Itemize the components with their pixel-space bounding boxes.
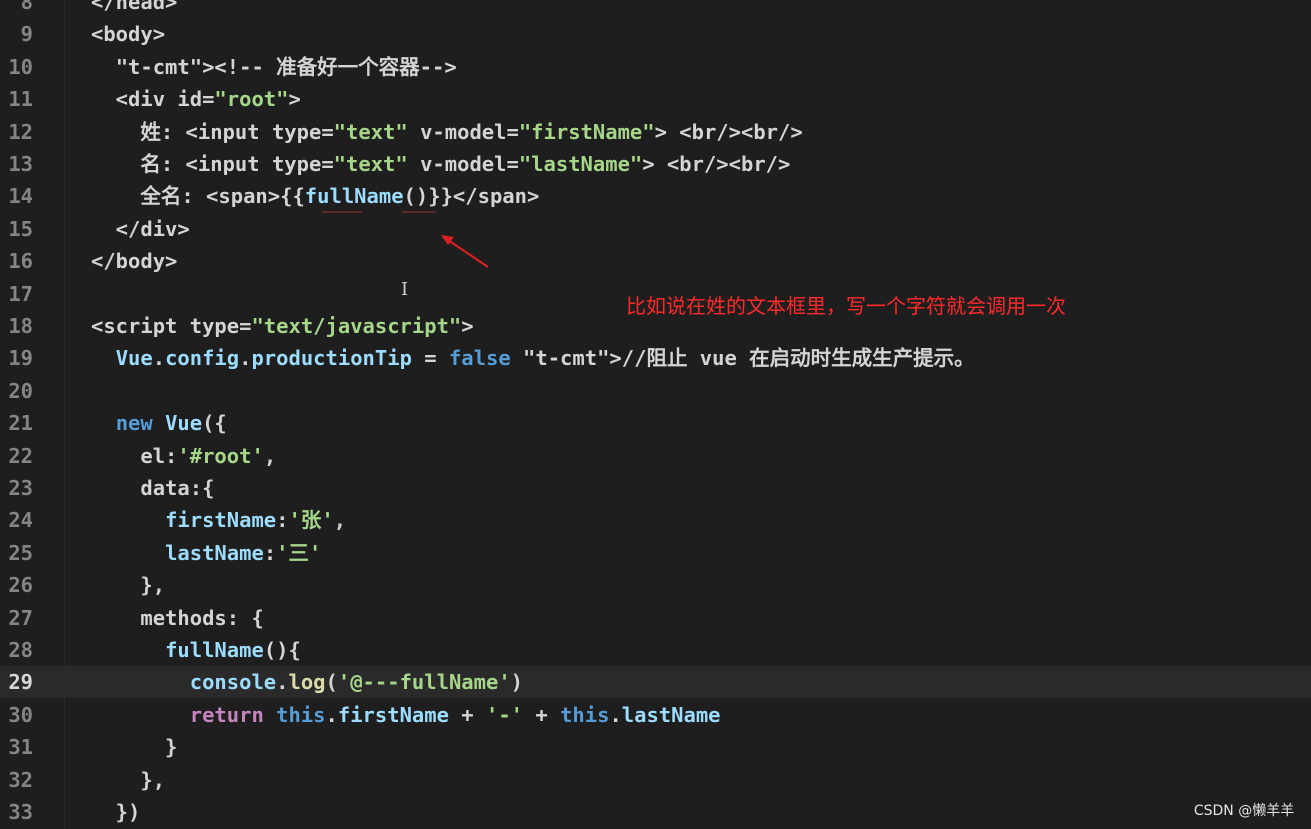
code-line[interactable]: 32 }, xyxy=(0,764,1311,796)
code-text[interactable]: </body> xyxy=(91,245,177,277)
code-line[interactable]: 14 全名: <span>{{fullName()}}</span> xyxy=(0,180,1311,212)
line-number: 14 xyxy=(8,184,33,209)
line-number: 25 xyxy=(8,540,33,565)
code-line[interactable]: 12 姓: <input type="text" v-model="firstN… xyxy=(0,116,1311,148)
code-line[interactable]: 24 firstName:'张', xyxy=(0,504,1311,536)
line-number: 30 xyxy=(8,702,33,727)
line-number: 9 xyxy=(20,22,33,47)
code-line[interactable]: 10 "t-cmt"><!-- 准备好一个容器--> xyxy=(0,51,1311,83)
code-line[interactable]: 22 el:'#root', xyxy=(0,440,1311,472)
code-line[interactable]: 30 return this.firstName + '-' + this.la… xyxy=(0,699,1311,731)
text-cursor-icon: I xyxy=(401,279,409,300)
code-text[interactable]: return this.firstName + '-' + this.lastN… xyxy=(91,699,721,731)
code-line[interactable]: 13 名: <input type="text" v-model="lastNa… xyxy=(0,148,1311,180)
code-line[interactable]: 33 }) xyxy=(0,796,1311,828)
squiggle-underline xyxy=(322,211,362,213)
code-line[interactable]: 31 } xyxy=(0,731,1311,763)
line-number: 32 xyxy=(8,767,33,792)
line-number: 31 xyxy=(8,735,33,760)
code-line[interactable]: 11 <div id="root"> xyxy=(0,83,1311,115)
squiggle-underline xyxy=(402,211,436,213)
code-text[interactable]: }, xyxy=(91,764,165,796)
line-number: 23 xyxy=(8,476,33,500)
code-text[interactable]: <div id="root"> xyxy=(91,83,301,115)
code-text[interactable]: new Vue({ xyxy=(91,407,227,439)
code-text[interactable]: methods: { xyxy=(91,602,263,634)
code-text[interactable]: "t-cmt"><!-- 准备好一个容器--> xyxy=(91,51,457,83)
code-line[interactable]: 28 fullName(){ xyxy=(0,634,1311,666)
code-line[interactable]: 16 </body> xyxy=(0,245,1311,277)
line-number: 22 xyxy=(8,443,33,468)
code-line[interactable]: 23 data:{ xyxy=(0,472,1311,504)
code-text[interactable]: fullName(){ xyxy=(91,634,301,666)
code-line[interactable]: 15 </div> xyxy=(0,213,1311,245)
line-number: 18 xyxy=(8,314,33,338)
code-text[interactable]: 全名: <span>{{fullName()}}</span> xyxy=(91,180,539,212)
code-text[interactable]: </div> xyxy=(91,213,190,245)
line-number: 17 xyxy=(8,281,33,306)
line-number: 16 xyxy=(8,249,33,274)
line-number: 12 xyxy=(8,119,33,144)
code-text[interactable]: <body> xyxy=(91,18,165,50)
line-number: 26 xyxy=(8,573,33,598)
code-text[interactable]: } xyxy=(91,731,177,763)
line-number: 29 xyxy=(8,670,33,695)
line-number: 15 xyxy=(8,216,33,241)
code-line[interactable]: 20 xyxy=(0,375,1311,407)
code-line[interactable]: 26 }, xyxy=(0,569,1311,601)
code-text[interactable]: }, xyxy=(91,569,165,601)
code-text[interactable]: 姓: <input type="text" v-model="firstName… xyxy=(91,116,802,148)
code-line[interactable]: 8 </head> xyxy=(0,0,1311,18)
annotation-text: 比如说在姓的文本框里，写一个字符就会调用一次 xyxy=(626,294,1066,318)
line-number: 33 xyxy=(8,800,33,824)
line-number: 28 xyxy=(8,638,33,662)
line-number: 27 xyxy=(8,605,33,630)
code-text[interactable]: firstName:'张', xyxy=(91,504,346,536)
line-number: 21 xyxy=(8,411,33,436)
code-line[interactable]: 25 lastName:'三' xyxy=(0,537,1311,569)
code-text[interactable]: el:'#root', xyxy=(91,440,276,472)
code-text[interactable]: Vue.config.productionTip = false "t-cmt"… xyxy=(91,342,975,374)
code-line[interactable]: 27 methods: { xyxy=(0,602,1311,634)
code-editor[interactable]: 8 </head> 9 <body> 10 "t-cmt"><!-- 准备好一个容器--… xyxy=(0,0,1311,829)
code-text[interactable]: <script type="text/javascript"> xyxy=(91,310,474,342)
line-number: 8 xyxy=(20,0,33,14)
red-arrow-icon xyxy=(441,235,489,268)
code-text[interactable]: }) xyxy=(91,796,141,828)
watermark: CSDN @懒羊羊 xyxy=(1193,803,1297,819)
code-line[interactable]: 29 console.log('@---fullName') xyxy=(0,666,1311,699)
line-number: 13 xyxy=(8,152,33,176)
code-line[interactable]: 21 new Vue({ xyxy=(0,407,1311,439)
code-text[interactable]: </head> xyxy=(91,0,177,18)
line-number: 20 xyxy=(8,378,33,403)
code-line[interactable]: 19 Vue.config.productionTip = false "t-c… xyxy=(0,342,1311,374)
code-text[interactable]: lastName:'三' xyxy=(91,537,321,569)
code-line[interactable]: 9 <body> xyxy=(0,18,1311,50)
line-number: 10 xyxy=(8,54,33,79)
code-text[interactable]: data:{ xyxy=(91,472,214,504)
code-text[interactable]: 名: <input type="text" v-model="lastName"… xyxy=(91,148,790,180)
line-number: 19 xyxy=(8,346,33,371)
line-number: 24 xyxy=(8,508,33,533)
code-text[interactable]: console.log('@---fullName') xyxy=(91,666,523,698)
line-number: 11 xyxy=(8,87,33,112)
